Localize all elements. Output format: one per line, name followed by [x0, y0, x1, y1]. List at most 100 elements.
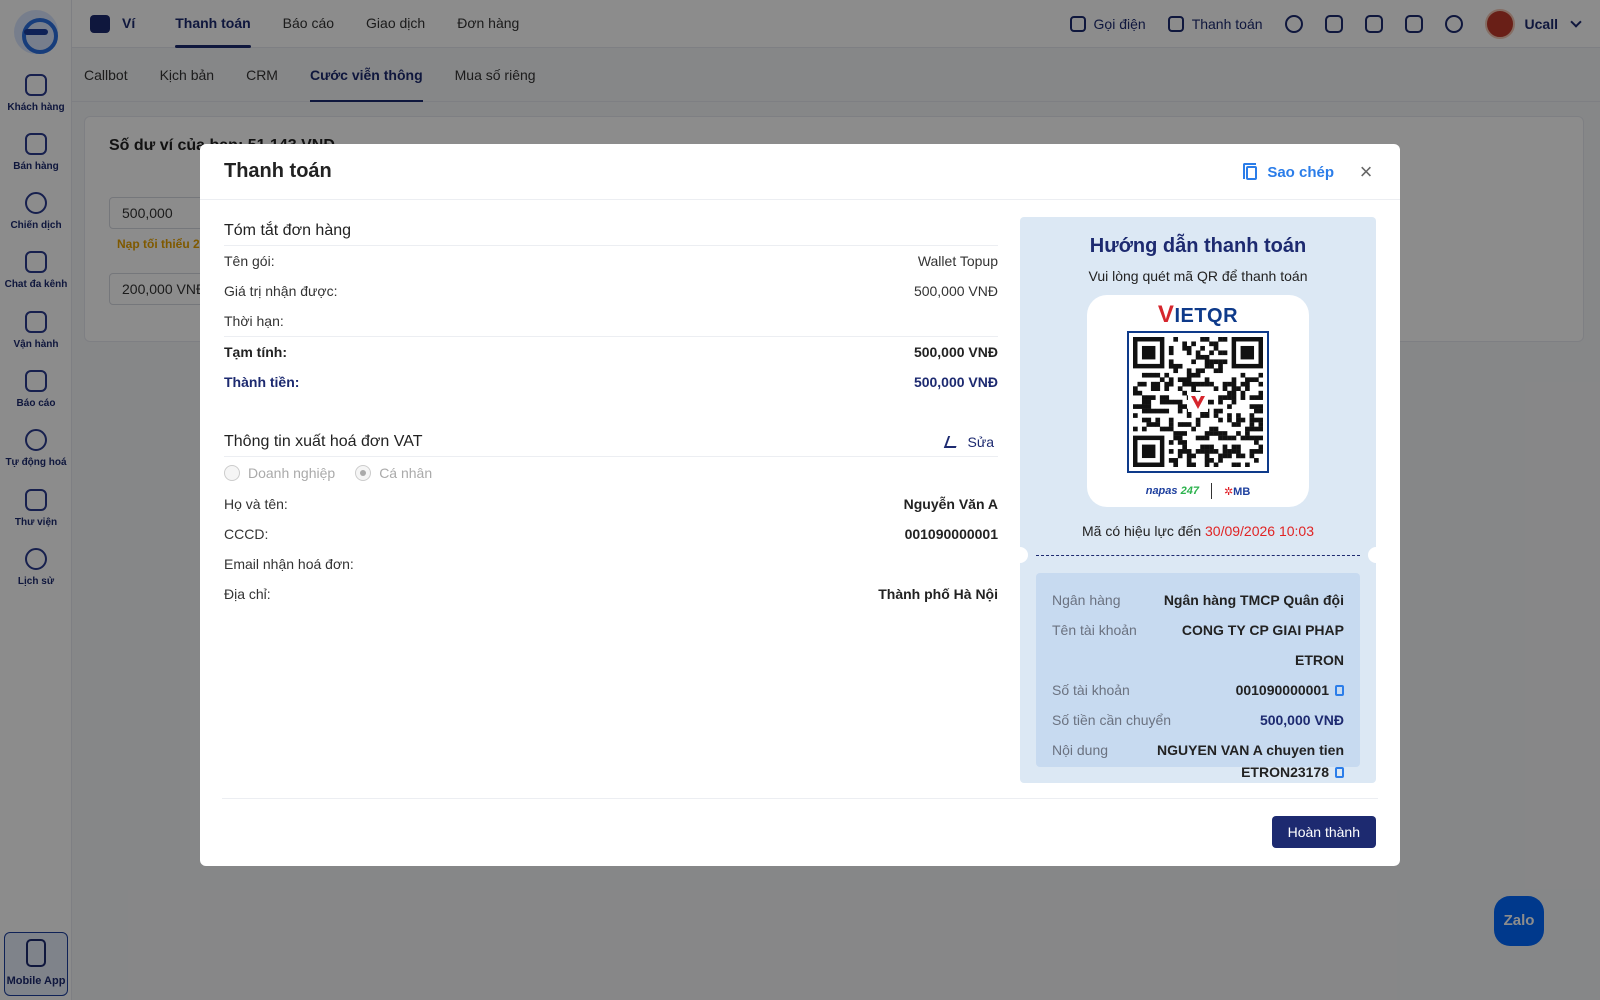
qr-module — [1209, 431, 1214, 436]
qr-module — [1254, 395, 1259, 400]
qr-module — [1164, 395, 1170, 400]
qr-module — [1204, 444, 1210, 450]
validity-date: 30/09/2026 10:03 — [1205, 523, 1314, 539]
qr-module — [1236, 431, 1241, 436]
qr-module — [1200, 444, 1205, 450]
qr-module — [1258, 390, 1263, 396]
vat-id-row: CCCD: 001090000001 — [224, 519, 998, 549]
radio-personal[interactable]: Cá nhân — [355, 465, 432, 481]
qr-module — [1249, 435, 1255, 441]
modal-footer-divider — [222, 798, 1378, 799]
qr-module — [1200, 413, 1205, 418]
qr-module — [1258, 444, 1263, 450]
qr-module — [1218, 453, 1223, 459]
qr-module — [1231, 377, 1237, 383]
package-label: Tên gói: — [224, 253, 275, 269]
qr-module — [1164, 381, 1170, 387]
transfer-content-row: Nội dung NGUYEN VAN A chuyen tien ETRON2… — [1052, 735, 1344, 783]
qr-code-image — [1133, 337, 1263, 467]
qr-module — [1236, 444, 1241, 450]
qr-module — [1182, 390, 1187, 396]
qr-module — [1204, 449, 1210, 454]
qr-module — [1204, 377, 1210, 383]
qr-module — [1227, 449, 1232, 454]
qr-module — [1155, 372, 1161, 378]
qr-module — [1204, 431, 1210, 436]
qr-module — [1231, 381, 1237, 387]
qr-module — [1164, 408, 1170, 414]
order-summary-title: Tóm tắt đơn hàng — [224, 216, 998, 246]
qr-module — [1249, 449, 1255, 454]
qr-module — [1227, 381, 1232, 387]
close-icon[interactable]: × — [1356, 161, 1376, 183]
qr-module — [1164, 399, 1170, 405]
qr-module — [1231, 390, 1237, 396]
qr-module — [1213, 386, 1219, 391]
qr-module — [1200, 337, 1205, 342]
qr-module — [1164, 426, 1170, 432]
qr-module — [1177, 422, 1183, 427]
qr-module — [1218, 458, 1223, 463]
qr-module — [1141, 404, 1147, 409]
qr-module — [1222, 444, 1228, 450]
qr-module — [1227, 395, 1232, 400]
qr-module — [1159, 395, 1165, 400]
qr-module — [1137, 404, 1143, 409]
qr-module — [1177, 453, 1183, 459]
qr-module — [1173, 337, 1179, 342]
qr-module — [1258, 395, 1263, 400]
qr-module — [1204, 381, 1210, 387]
qr-module — [1227, 390, 1232, 396]
qr-code[interactable] — [1127, 331, 1269, 473]
amount-value: 500,000 VNĐ — [1259, 712, 1344, 728]
qr-module — [1240, 372, 1246, 378]
qr-module — [1222, 337, 1228, 342]
done-button[interactable]: Hoàn thành — [1271, 816, 1376, 848]
copy-button[interactable]: Sao chép — [1243, 162, 1334, 181]
qr-module — [1186, 458, 1192, 463]
vat-email-row: Email nhận hoá đơn: — [224, 549, 998, 579]
qr-module — [1240, 453, 1246, 459]
qr-module — [1249, 404, 1255, 409]
qr-module — [1231, 435, 1237, 441]
radio-dot-selected — [355, 465, 372, 481]
qr-module — [1222, 435, 1228, 441]
qr-module — [1222, 359, 1228, 365]
bank-value: Ngân hàng TMCP Quân đội — [1163, 592, 1344, 608]
qr-module — [1191, 359, 1196, 365]
qr-module — [1159, 377, 1165, 383]
ticket-notch-left — [1012, 547, 1028, 563]
qr-module — [1164, 386, 1170, 391]
qr-module — [1213, 449, 1219, 454]
id-value: 001090000001 — [904, 526, 998, 542]
edit-vat-button[interactable]: Sửa — [943, 427, 995, 457]
copy-content-icon[interactable] — [1335, 767, 1344, 778]
radio-personal-label: Cá nhân — [379, 465, 433, 481]
edit-label: Sửa — [967, 434, 995, 450]
qr-module — [1195, 422, 1201, 427]
qr-module — [1141, 395, 1147, 400]
qr-card: VIETQR napas 247 ✲MB — [1087, 295, 1309, 507]
content-line-2: ETRON23178 — [1241, 764, 1329, 780]
qr-module — [1150, 381, 1156, 387]
qr-module — [1182, 381, 1187, 387]
qr-module — [1258, 435, 1263, 441]
copy-account-icon[interactable] — [1335, 685, 1344, 696]
address-value: Thành phố Hà Nội — [878, 586, 998, 602]
qr-module — [1236, 462, 1241, 467]
qr-module — [1209, 350, 1214, 356]
qr-module — [1245, 426, 1250, 432]
package-row: Tên gói: Wallet Topup — [224, 246, 998, 276]
modal-header: Thanh toán Sao chép × — [200, 144, 1400, 200]
radio-business[interactable]: Doanh nghiệp — [224, 465, 335, 481]
qr-module — [1231, 444, 1237, 450]
qr-module — [1168, 426, 1174, 432]
ticket-notch-right — [1368, 547, 1384, 563]
qr-module — [1254, 417, 1259, 423]
qr-module — [1240, 417, 1246, 423]
qr-module — [1209, 426, 1214, 432]
napas-logo: napas 247 — [1145, 485, 1199, 497]
qr-module — [1146, 372, 1152, 378]
qr-module — [1204, 413, 1210, 418]
qr-module — [1236, 449, 1241, 454]
